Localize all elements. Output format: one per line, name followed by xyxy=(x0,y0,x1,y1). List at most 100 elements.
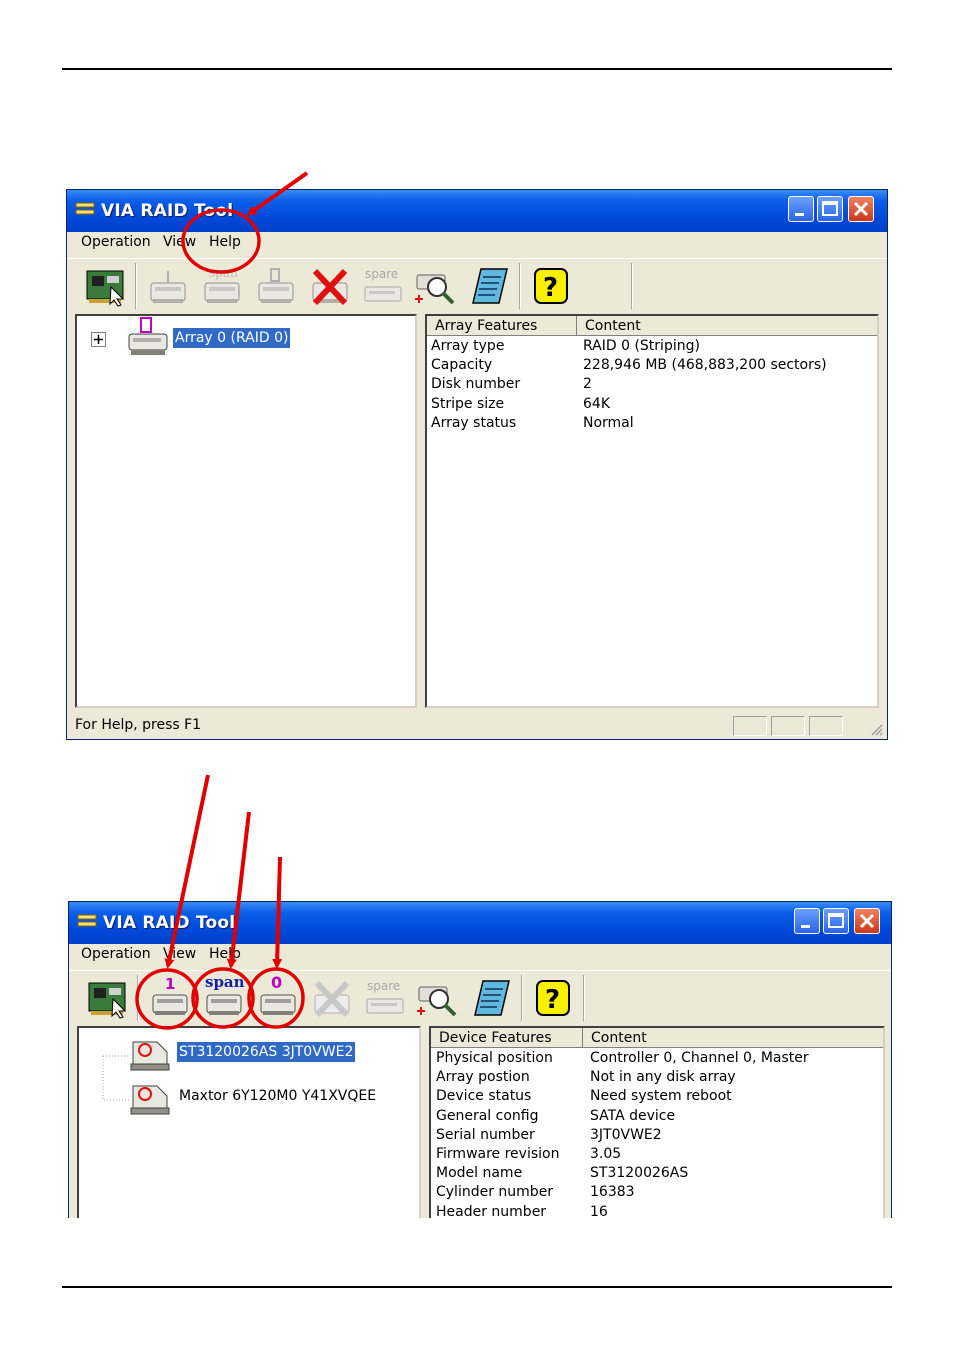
menu-help[interactable]: Help xyxy=(209,234,241,250)
add-spare-button[interactable]: spare xyxy=(363,977,407,1019)
minimize-button[interactable] xyxy=(794,908,820,934)
column-header-feature[interactable]: Array Features xyxy=(427,316,577,336)
content-cell: Not in any disk array xyxy=(590,1069,736,1086)
menu-operation[interactable]: Operation xyxy=(81,234,151,250)
feature-cell: Device status xyxy=(436,1088,532,1105)
raid-controller-icon xyxy=(86,270,125,307)
feature-cell: Firmware revision xyxy=(436,1146,560,1162)
bottom-rule xyxy=(62,1286,892,1288)
delete-array-icon xyxy=(312,268,348,306)
content-cell: 3.05 xyxy=(590,1146,622,1162)
maximize-icon xyxy=(822,201,838,216)
raid-controller-button[interactable] xyxy=(83,265,127,307)
menu-operation[interactable]: Operation xyxy=(81,946,151,962)
menu-help[interactable]: Help xyxy=(209,946,241,962)
window-title: VIA RAID Tool xyxy=(101,201,234,221)
menu-view[interactable]: View xyxy=(163,946,196,962)
delete-array-button[interactable] xyxy=(309,977,353,1019)
create-raid1-button[interactable]: 1 xyxy=(147,975,191,1019)
create-span-icon: span xyxy=(204,266,240,303)
create-raid1-button[interactable] xyxy=(145,265,189,307)
help-button[interactable]: ? xyxy=(531,977,575,1019)
content-cell: Normal xyxy=(583,414,634,431)
content-cell: Controller 0, Channel 0, Master xyxy=(590,1050,809,1066)
feature-cell: Header number xyxy=(436,1203,547,1218)
minimize-icon xyxy=(801,925,810,928)
content-cell: Need system reboot xyxy=(590,1088,732,1105)
status-pane xyxy=(771,716,805,736)
content-cell: 228,946 MB (468,883,200 sectors) xyxy=(583,357,827,374)
details-list[interactable]: Array Features Content Array type RAID 0 … xyxy=(425,314,879,708)
spare-label: spare xyxy=(365,267,399,281)
app-icon xyxy=(77,914,97,927)
title-bar[interactable]: VIA RAID Tool xyxy=(69,902,891,944)
toolbar-separator xyxy=(137,975,139,1021)
help-button[interactable]: ? xyxy=(529,265,573,307)
tree-item-array-0[interactable]: Array 0 (RAID 0) xyxy=(173,328,291,348)
delete-array-button[interactable] xyxy=(307,265,351,307)
content-cell: 16 xyxy=(590,1203,608,1218)
menu-view[interactable]: View xyxy=(163,234,196,250)
details-list[interactable]: Device Features Content Physical positio… xyxy=(429,1026,885,1218)
span-label: span xyxy=(205,973,245,991)
svg-text:span: span xyxy=(209,266,238,280)
maximize-button[interactable] xyxy=(817,196,843,222)
create-span-button[interactable]: span xyxy=(199,265,243,307)
window-title: VIA RAID Tool xyxy=(103,913,236,933)
maximize-icon xyxy=(828,913,844,928)
content-cell: 16383 xyxy=(590,1184,635,1201)
feature-cell: Array status xyxy=(431,414,517,431)
create-raid1-icon xyxy=(150,271,186,303)
help-glyph: ? xyxy=(543,273,558,303)
minimize-button[interactable] xyxy=(788,196,814,222)
create-raid0-icon xyxy=(258,268,294,303)
column-header-content[interactable]: Content xyxy=(583,1028,883,1048)
tree-item-disk-1[interactable]: ST3120026AS 3JT0VWE2 xyxy=(177,1042,356,1062)
event-log-icon xyxy=(472,268,508,304)
column-header-feature[interactable]: Device Features xyxy=(431,1028,583,1048)
column-header-content[interactable]: Content xyxy=(577,316,877,336)
raid0-label: 0 xyxy=(271,973,283,992)
rescan-icon xyxy=(415,274,455,305)
spare-label: spare xyxy=(367,979,401,993)
maximize-button[interactable] xyxy=(823,908,849,934)
resize-grip-icon[interactable] xyxy=(869,722,883,736)
title-bar[interactable]: VIA RAID Tool xyxy=(67,190,887,232)
create-span-button[interactable]: span xyxy=(201,973,245,1019)
expand-icon[interactable] xyxy=(91,332,107,348)
feature-cell: Capacity xyxy=(431,357,493,374)
via-raid-window-devices: VIA RAID Tool Operation View Help 1 span… xyxy=(68,901,892,1218)
close-icon xyxy=(853,201,869,217)
delete-array-icon xyxy=(314,980,350,1018)
rescan-button[interactable] xyxy=(413,265,457,307)
tree-panel[interactable]: Array 0 (RAID 0) xyxy=(75,314,417,708)
status-text: For Help, press F1 xyxy=(75,717,202,733)
help-icon: ? xyxy=(536,980,570,1016)
help-icon: ? xyxy=(534,268,568,304)
close-button[interactable] xyxy=(854,908,880,934)
close-icon xyxy=(859,913,875,929)
menu-bar: Operation View Help xyxy=(69,944,891,966)
app-icon xyxy=(75,202,95,215)
content-cell: SATA device xyxy=(590,1107,676,1124)
event-log-icon xyxy=(474,980,510,1016)
rescan-icon xyxy=(417,986,457,1017)
raid-controller-button[interactable] xyxy=(85,977,129,1019)
create-raid0-button[interactable] xyxy=(253,265,297,307)
rescan-button[interactable] xyxy=(415,977,459,1019)
feature-cell: Array postion xyxy=(436,1069,530,1086)
feature-cell: Array type xyxy=(431,338,505,354)
add-spare-button[interactable]: spare xyxy=(361,265,405,307)
toolbar-separator xyxy=(631,263,633,309)
toolbar: 1 span 0 spare ? xyxy=(69,970,891,1025)
create-raid0-button[interactable]: 0 xyxy=(255,973,299,1019)
raid-controller-icon xyxy=(88,982,127,1019)
tree-panel[interactable]: ST3120026AS 3JT0VWE2 Maxtor 6Y120M0 Y41X… xyxy=(77,1026,421,1218)
minimize-icon xyxy=(795,213,804,216)
event-log-button[interactable] xyxy=(469,977,513,1019)
close-button[interactable] xyxy=(848,196,874,222)
feature-cell: Cylinder number xyxy=(436,1184,554,1201)
status-bar: For Help, press F1 xyxy=(67,713,887,739)
event-log-button[interactable] xyxy=(467,265,511,307)
tree-item-disk-2[interactable]: Maxtor 6Y120M0 Y41XVQEE xyxy=(177,1086,378,1106)
